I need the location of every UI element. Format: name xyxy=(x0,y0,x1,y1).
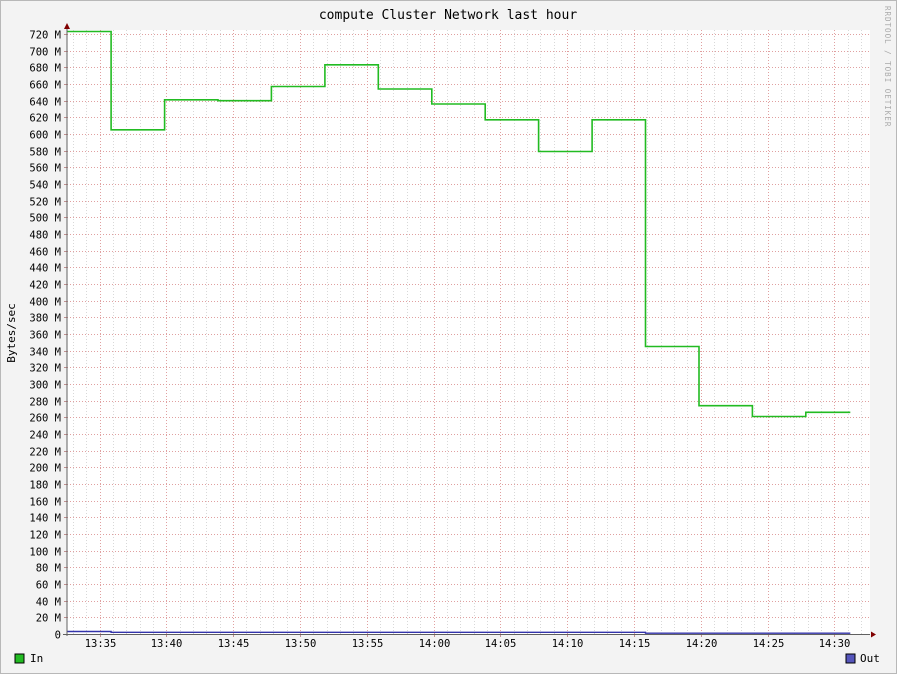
y-tick-label: 380 M xyxy=(29,313,61,325)
y-tick-label: 480 M xyxy=(29,230,61,242)
y-tick-label: 640 M xyxy=(29,97,61,109)
y-tick-label: 40 M xyxy=(36,597,61,609)
y-tick-label: 20 M xyxy=(36,613,61,625)
watermark: RRDTOOL / TOBI OETIKER xyxy=(883,6,892,127)
x-tick-label: 14:10 xyxy=(552,638,584,650)
chart-frame: 0 20 M 40 M 60 M 80 M 100 M 120 M 140 M 160 M 180… xyxy=(0,0,897,674)
y-tick-label: 580 M xyxy=(29,147,61,159)
y-axis-ticks: 0 20 M 40 M 60 M 80 M 100 M 120 M 140 M 160 M 180… xyxy=(29,30,67,642)
x-tick-label: 13:45 xyxy=(218,638,250,650)
legend-out: Out xyxy=(845,652,880,665)
y-tick-label: 420 M xyxy=(29,280,61,292)
y-tick-label: 140 M xyxy=(29,513,61,525)
y-tick-label: 0 xyxy=(55,630,61,642)
legend-out-swatch xyxy=(845,653,856,664)
y-tick-label: 260 M xyxy=(29,413,61,425)
y-tick-label: 80 M xyxy=(36,563,61,575)
y-tick-label: 120 M xyxy=(29,530,61,542)
y-tick-label: 680 M xyxy=(29,63,61,75)
chart-title: compute Cluster Network last hour xyxy=(319,8,577,23)
x-axis-ticks: 13:35 13:40 13:45 13:50 13:55 14:00 14:05 14:10… xyxy=(85,634,851,650)
network-chart: 0 20 M 40 M 60 M 80 M 100 M 120 M 140 M 160 M 180… xyxy=(5,6,892,665)
y-tick-label: 500 M xyxy=(29,213,61,225)
y-tick-label: 440 M xyxy=(29,263,61,275)
y-tick-label: 180 M xyxy=(29,480,61,492)
y-tick-label: 100 M xyxy=(29,547,61,559)
legend-out-label: Out xyxy=(860,652,880,665)
plot-area xyxy=(67,30,870,634)
y-tick-label: 540 M xyxy=(29,180,61,192)
x-tick-label: 14:20 xyxy=(686,638,718,650)
y-tick-label: 160 M xyxy=(29,497,61,509)
y-tick-label: 360 M xyxy=(29,330,61,342)
y-tick-label: 700 M xyxy=(29,47,61,59)
y-tick-label: 220 M xyxy=(29,447,61,459)
y-axis-label: Bytes/sec xyxy=(5,303,18,363)
y-tick-label: 300 M xyxy=(29,380,61,392)
y-tick-label: 200 M xyxy=(29,463,61,475)
legend-in-label: In xyxy=(30,652,43,665)
y-tick-label: 620 M xyxy=(29,113,61,125)
y-tick-label: 320 M xyxy=(29,363,61,375)
y-axis-arrow xyxy=(64,23,70,29)
y-tick-label: 600 M xyxy=(29,130,61,142)
legend-in-swatch xyxy=(14,653,25,664)
x-tick-label: 14:05 xyxy=(485,638,517,650)
x-tick-label: 13:40 xyxy=(151,638,183,650)
y-tick-label: 460 M xyxy=(29,247,61,259)
y-tick-label: 720 M xyxy=(29,30,61,42)
legend-in: In xyxy=(14,652,43,665)
y-tick-label: 520 M xyxy=(29,197,61,209)
y-tick-label: 660 M xyxy=(29,80,61,92)
y-tick-label: 560 M xyxy=(29,163,61,175)
y-tick-label: 400 M xyxy=(29,297,61,309)
x-tick-label: 14:15 xyxy=(619,638,651,650)
x-tick-label: 14:00 xyxy=(419,638,451,650)
y-tick-label: 340 M xyxy=(29,347,61,359)
y-tick-label: 240 M xyxy=(29,430,61,442)
x-axis-arrow xyxy=(871,631,876,638)
x-tick-label: 13:55 xyxy=(352,638,384,650)
x-tick-label: 14:25 xyxy=(753,638,785,650)
x-tick-label: 13:50 xyxy=(285,638,317,650)
x-tick-label: 14:30 xyxy=(819,638,851,650)
y-tick-label: 60 M xyxy=(36,580,61,592)
y-tick-label: 280 M xyxy=(29,397,61,409)
x-tick-label: 13:35 xyxy=(85,638,117,650)
